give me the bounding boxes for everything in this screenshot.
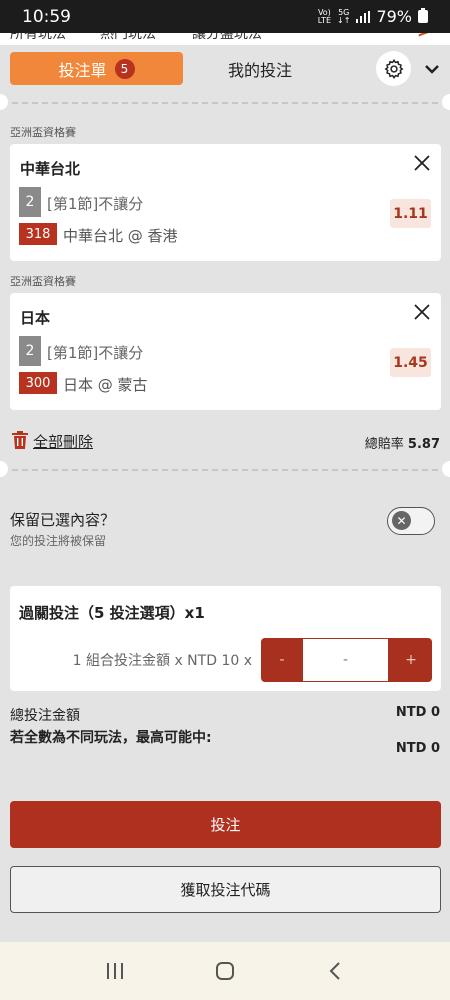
battery-percent: 79% [376,7,412,26]
delete-all-link[interactable]: 全部刪除 [33,431,93,452]
match-id-badge: 318 [19,223,57,245]
back-button[interactable] [315,956,355,986]
collapse-chevron-icon[interactable] [422,59,442,79]
gear-icon [384,58,403,79]
chevron-right-icon: > [417,33,432,42]
total-odds-label: 總賠率 [364,437,404,452]
total-odds-value: 5.87 [407,437,440,452]
tab-bet-slip-label: 投注單 [58,60,107,80]
max-payout-label: 若全數為不同玩法，最高可能中: [10,730,212,746]
tab-bet-slip[interactable]: 投注單 5 [10,52,183,85]
home-button[interactable] [205,956,245,986]
max-payout-value: NTD 0 [395,741,440,756]
bet-match: 中華台北 @ 香港 [63,227,178,245]
divider [0,94,450,110]
trash-icon[interactable] [12,431,28,449]
period-badge: 2 [19,336,41,366]
status-icons: Vo) LTE 5G ↓↑ 79% [318,7,428,26]
odds-value: 1.11 [390,199,431,228]
total-stake-value: NTD 0 [395,705,440,720]
battery-icon [418,8,428,23]
bet-card: 日本 2 [第1節]不讓分 300 日本 @ 蒙古 1.45 [10,293,441,410]
home-icon [216,962,234,980]
bet-team: 日本 [20,309,51,327]
system-nav-bar [0,942,450,1000]
keep-selection-subtitle: 您的投注將被保留 [10,534,107,548]
5g-icon: 5G ↓↑ [337,7,351,25]
recent-apps-button[interactable] [95,956,135,986]
stake-input[interactable]: - [303,639,388,681]
total-stake-label: 總投注金額 [10,708,80,724]
match-id-badge: 300 [19,372,57,394]
signal-icon [356,10,371,23]
parlay-title: 過關投注（5 投注選項）x1 [19,604,205,622]
place-bet-button[interactable]: 投注 [10,801,441,848]
recent-apps-icon [107,963,123,979]
background-tabs: 所有玩法 熱門玩法 讓分盤玩法 > [0,33,450,45]
parlay-stake-label: 1 組合投注金額 x NTD 10 x [72,653,252,669]
stake-stepper: - - + [261,638,432,682]
keep-selection-toggle[interactable]: ✕ [387,507,435,535]
close-icon[interactable] [413,154,431,172]
settings-button[interactable] [376,51,411,86]
parlay-panel: 過關投注（5 投注選項）x1 1 組合投注金額 x NTD 10 x - - + [10,586,441,691]
keep-selection-title: 保留已選內容？ [10,511,116,529]
period-badge: 2 [19,187,41,217]
bg-tab-popular: 熱門玩法 [100,33,156,42]
bet-market: [第1節]不讓分 [47,344,144,362]
league-label: 亞洲盃資格賽 [10,275,76,288]
close-icon[interactable] [413,303,431,321]
volte-icon: Vo) LTE [317,7,332,25]
bet-market: [第1節]不讓分 [47,195,144,213]
decrement-button[interactable]: - [261,638,303,682]
total-odds: 總賠率 5.87 [365,433,440,452]
status-time: 10:59 [22,6,71,27]
increment-button[interactable]: + [390,638,432,682]
toggle-off-icon: ✕ [392,511,411,530]
bet-match: 日本 @ 蒙古 [63,376,148,394]
odds-value: 1.45 [390,348,431,377]
bet-team: 中華台北 [20,160,81,178]
bet-card: 中華台北 2 [第1節]不讓分 318 中華台北 @ 香港 1.11 [10,144,441,261]
get-bet-code-button[interactable]: 獲取投注代碼 [10,866,441,913]
back-icon [329,962,340,980]
bg-tab-handicap: 讓分盤玩法 [192,33,262,42]
divider [0,461,450,477]
status-bar: 10:59 Vo) LTE 5G ↓↑ 79% [0,0,450,33]
bet-count-badge: 5 [114,58,135,79]
tab-my-bets[interactable]: 我的投注 [200,52,320,85]
bet-slip-sheet: 投注單 5 我的投注 亞洲盃資格賽 中華台北 2 [第1節]不讓分 318 中華… [0,45,450,935]
bg-tab-all: 所有玩法 [10,33,66,42]
league-label: 亞洲盃資格賽 [10,126,76,139]
